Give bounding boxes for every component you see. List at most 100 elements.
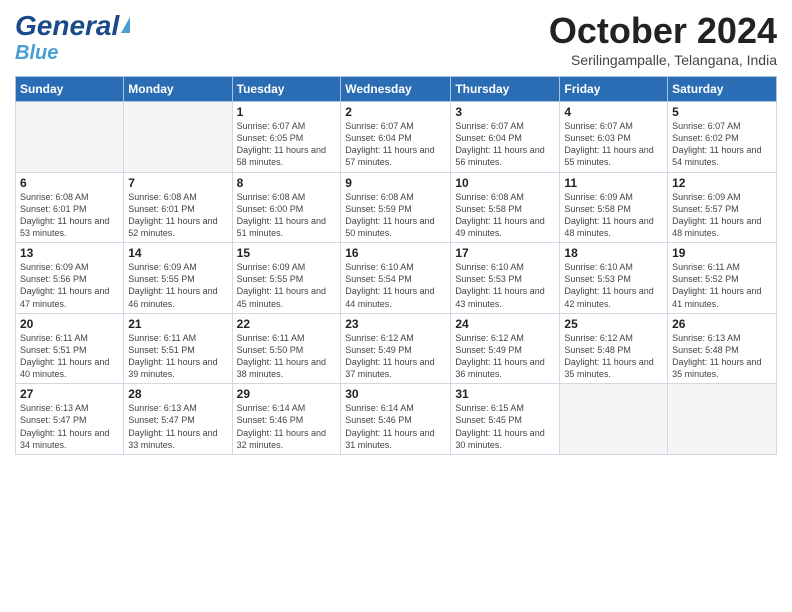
day-of-week-header: Tuesday: [232, 77, 341, 102]
logo-line2: Blue: [15, 42, 130, 65]
day-number: 28: [128, 387, 227, 401]
day-info: Sunrise: 6:07 AMSunset: 6:04 PMDaylight:…: [345, 120, 446, 169]
calendar-day-cell: 25Sunrise: 6:12 AMSunset: 5:48 PMDayligh…: [560, 313, 668, 384]
logo-general: General: [15, 10, 119, 42]
day-info: Sunrise: 6:07 AMSunset: 6:03 PMDaylight:…: [564, 120, 663, 169]
day-number: 9: [345, 176, 446, 190]
day-info: Sunrise: 6:13 AMSunset: 5:47 PMDaylight:…: [20, 402, 119, 451]
day-number: 1: [237, 105, 337, 119]
day-number: 27: [20, 387, 119, 401]
day-number: 2: [345, 105, 446, 119]
day-number: 25: [564, 317, 663, 331]
day-info: Sunrise: 6:12 AMSunset: 5:48 PMDaylight:…: [564, 332, 663, 381]
day-of-week-header: Thursday: [451, 77, 560, 102]
calendar-day-cell: 24Sunrise: 6:12 AMSunset: 5:49 PMDayligh…: [451, 313, 560, 384]
calendar-day-cell: [124, 102, 232, 173]
calendar-week-row: 1Sunrise: 6:07 AMSunset: 6:05 PMDaylight…: [16, 102, 777, 173]
day-number: 5: [672, 105, 772, 119]
calendar-day-cell: 15Sunrise: 6:09 AMSunset: 5:55 PMDayligh…: [232, 243, 341, 314]
page: General Blue October 2024 Serilingampall…: [0, 0, 792, 612]
day-info: Sunrise: 6:08 AMSunset: 6:01 PMDaylight:…: [128, 191, 227, 240]
day-info: Sunrise: 6:13 AMSunset: 5:48 PMDaylight:…: [672, 332, 772, 381]
day-info: Sunrise: 6:14 AMSunset: 5:46 PMDaylight:…: [345, 402, 446, 451]
calendar-day-cell: 23Sunrise: 6:12 AMSunset: 5:49 PMDayligh…: [341, 313, 451, 384]
calendar-day-cell: 12Sunrise: 6:09 AMSunset: 5:57 PMDayligh…: [668, 172, 777, 243]
day-of-week-header: Sunday: [16, 77, 124, 102]
logo: General Blue: [15, 10, 130, 65]
calendar-day-cell: [668, 384, 777, 455]
day-info: Sunrise: 6:08 AMSunset: 5:59 PMDaylight:…: [345, 191, 446, 240]
day-number: 17: [455, 246, 555, 260]
calendar-day-cell: 10Sunrise: 6:08 AMSunset: 5:58 PMDayligh…: [451, 172, 560, 243]
calendar-day-cell: 17Sunrise: 6:10 AMSunset: 5:53 PMDayligh…: [451, 243, 560, 314]
logo-line1: General: [15, 10, 130, 42]
day-number: 13: [20, 246, 119, 260]
day-info: Sunrise: 6:12 AMSunset: 5:49 PMDaylight:…: [455, 332, 555, 381]
calendar-day-cell: 20Sunrise: 6:11 AMSunset: 5:51 PMDayligh…: [16, 313, 124, 384]
day-info: Sunrise: 6:07 AMSunset: 6:04 PMDaylight:…: [455, 120, 555, 169]
calendar-day-cell: [560, 384, 668, 455]
calendar-day-cell: 13Sunrise: 6:09 AMSunset: 5:56 PMDayligh…: [16, 243, 124, 314]
day-info: Sunrise: 6:11 AMSunset: 5:50 PMDaylight:…: [237, 332, 337, 381]
day-number: 20: [20, 317, 119, 331]
calendar-day-cell: 3Sunrise: 6:07 AMSunset: 6:04 PMDaylight…: [451, 102, 560, 173]
day-number: 12: [672, 176, 772, 190]
calendar-week-row: 27Sunrise: 6:13 AMSunset: 5:47 PMDayligh…: [16, 384, 777, 455]
day-info: Sunrise: 6:13 AMSunset: 5:47 PMDaylight:…: [128, 402, 227, 451]
day-of-week-header: Wednesday: [341, 77, 451, 102]
day-info: Sunrise: 6:09 AMSunset: 5:57 PMDaylight:…: [672, 191, 772, 240]
day-info: Sunrise: 6:12 AMSunset: 5:49 PMDaylight:…: [345, 332, 446, 381]
day-info: Sunrise: 6:07 AMSunset: 6:05 PMDaylight:…: [237, 120, 337, 169]
day-number: 26: [672, 317, 772, 331]
day-number: 16: [345, 246, 446, 260]
calendar-day-cell: 1Sunrise: 6:07 AMSunset: 6:05 PMDaylight…: [232, 102, 341, 173]
calendar-day-cell: 9Sunrise: 6:08 AMSunset: 5:59 PMDaylight…: [341, 172, 451, 243]
calendar-day-cell: 8Sunrise: 6:08 AMSunset: 6:00 PMDaylight…: [232, 172, 341, 243]
calendar-day-cell: 6Sunrise: 6:08 AMSunset: 6:01 PMDaylight…: [16, 172, 124, 243]
logo-triangle-icon: [121, 17, 130, 33]
day-info: Sunrise: 6:07 AMSunset: 6:02 PMDaylight:…: [672, 120, 772, 169]
day-number: 30: [345, 387, 446, 401]
header: General Blue October 2024 Serilingampall…: [15, 10, 777, 68]
day-number: 3: [455, 105, 555, 119]
day-number: 7: [128, 176, 227, 190]
day-number: 4: [564, 105, 663, 119]
day-of-week-header: Saturday: [668, 77, 777, 102]
day-number: 29: [237, 387, 337, 401]
day-number: 15: [237, 246, 337, 260]
day-info: Sunrise: 6:09 AMSunset: 5:56 PMDaylight:…: [20, 261, 119, 310]
day-info: Sunrise: 6:15 AMSunset: 5:45 PMDaylight:…: [455, 402, 555, 451]
location-subtitle: Serilingampalle, Telangana, India: [549, 52, 777, 68]
day-number: 10: [455, 176, 555, 190]
calendar-week-row: 13Sunrise: 6:09 AMSunset: 5:56 PMDayligh…: [16, 243, 777, 314]
calendar-table: SundayMondayTuesdayWednesdayThursdayFrid…: [15, 76, 777, 455]
day-of-week-header: Friday: [560, 77, 668, 102]
day-info: Sunrise: 6:09 AMSunset: 5:58 PMDaylight:…: [564, 191, 663, 240]
day-number: 6: [20, 176, 119, 190]
calendar-week-row: 6Sunrise: 6:08 AMSunset: 6:01 PMDaylight…: [16, 172, 777, 243]
day-info: Sunrise: 6:09 AMSunset: 5:55 PMDaylight:…: [237, 261, 337, 310]
calendar-day-cell: 2Sunrise: 6:07 AMSunset: 6:04 PMDaylight…: [341, 102, 451, 173]
calendar-day-cell: 19Sunrise: 6:11 AMSunset: 5:52 PMDayligh…: [668, 243, 777, 314]
day-info: Sunrise: 6:10 AMSunset: 5:54 PMDaylight:…: [345, 261, 446, 310]
logo-blue: Blue: [15, 42, 58, 65]
calendar-day-cell: 7Sunrise: 6:08 AMSunset: 6:01 PMDaylight…: [124, 172, 232, 243]
day-info: Sunrise: 6:14 AMSunset: 5:46 PMDaylight:…: [237, 402, 337, 451]
day-number: 19: [672, 246, 772, 260]
calendar-day-cell: 30Sunrise: 6:14 AMSunset: 5:46 PMDayligh…: [341, 384, 451, 455]
day-number: 21: [128, 317, 227, 331]
day-number: 8: [237, 176, 337, 190]
day-number: 23: [345, 317, 446, 331]
calendar-day-cell: 28Sunrise: 6:13 AMSunset: 5:47 PMDayligh…: [124, 384, 232, 455]
title-block: October 2024 Serilingampalle, Telangana,…: [549, 10, 777, 68]
day-info: Sunrise: 6:11 AMSunset: 5:52 PMDaylight:…: [672, 261, 772, 310]
calendar-day-cell: 5Sunrise: 6:07 AMSunset: 6:02 PMDaylight…: [668, 102, 777, 173]
calendar-day-cell: 31Sunrise: 6:15 AMSunset: 5:45 PMDayligh…: [451, 384, 560, 455]
day-number: 11: [564, 176, 663, 190]
day-info: Sunrise: 6:10 AMSunset: 5:53 PMDaylight:…: [455, 261, 555, 310]
calendar-day-cell: 22Sunrise: 6:11 AMSunset: 5:50 PMDayligh…: [232, 313, 341, 384]
day-info: Sunrise: 6:08 AMSunset: 6:01 PMDaylight:…: [20, 191, 119, 240]
day-info: Sunrise: 6:08 AMSunset: 6:00 PMDaylight:…: [237, 191, 337, 240]
calendar-day-cell: 26Sunrise: 6:13 AMSunset: 5:48 PMDayligh…: [668, 313, 777, 384]
calendar-day-cell: 14Sunrise: 6:09 AMSunset: 5:55 PMDayligh…: [124, 243, 232, 314]
